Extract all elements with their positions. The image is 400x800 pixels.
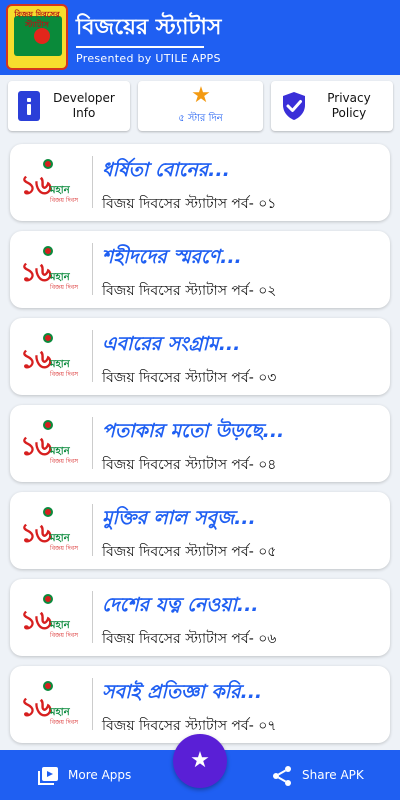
item-title: এবারের সংগ্রাম... <box>102 333 241 355</box>
victory-day-logo: ১৬ মহান বিজয় দিবস <box>20 244 84 294</box>
divider <box>92 678 93 730</box>
flag-emblem-icon <box>43 420 53 430</box>
flag-emblem-icon <box>43 333 53 343</box>
more-apps-label: More Apps <box>68 768 132 782</box>
info-icon <box>18 91 40 121</box>
app-logo: বিজয় দিবসের স্ট্যাটাস <box>6 4 68 70</box>
divider <box>92 504 93 556</box>
title-underline <box>76 46 204 48</box>
status-list: ১৬ মহান বিজয় দিবস ধর্ষিতা বোনের... বিজয… <box>0 137 400 750</box>
share-apk-label: Share APK <box>302 768 364 782</box>
logo-line2: বিজয় দিবস <box>50 458 79 465</box>
divider <box>92 591 93 643</box>
victory-day-logo: ১৬ মহান বিজয় দিবস <box>20 418 84 468</box>
developer-info-button[interactable]: Developer Info <box>8 81 130 131</box>
app-subtitle: Presented by UTILE APPS <box>76 52 221 65</box>
list-item[interactable]: ১৬ মহান বিজয় দিবস শহীদদের স্মরণে... বিজ… <box>10 231 390 308</box>
favorite-fab-button[interactable]: ★ <box>173 734 227 788</box>
developer-info-label: Developer Info <box>53 91 115 120</box>
share-icon <box>273 765 291 786</box>
list-item[interactable]: ১৬ মহান বিজয় দিবস মুক্তির লাল সবুজ... ব… <box>10 492 390 569</box>
item-title: মুক্তির লাল সবুজ... <box>102 507 256 529</box>
item-subtitle: বিজয় দিবসের স্ট্যাটাস পর্ব- ০১ <box>102 196 277 212</box>
list-item[interactable]: ১৬ মহান বিজয় দিবস ধর্ষিতা বোনের... বিজয… <box>10 144 390 221</box>
logo-number: ১৬ <box>20 171 52 201</box>
shield-check-icon <box>283 92 305 120</box>
rate-five-star-button[interactable]: ★ ৫ স্টার দিন <box>138 81 263 131</box>
list-item[interactable]: ১৬ মহান বিজয় দিবস সবাই প্রতিজ্ঞা করি...… <box>10 666 390 743</box>
item-title: পতাকার মতো উড়ছে... <box>102 420 285 442</box>
victory-day-logo: ১৬ মহান বিজয় দিবস <box>20 679 84 729</box>
list-item[interactable]: ১৬ মহান বিজয় দিবস পতাকার মতো উড়ছে... ব… <box>10 405 390 482</box>
logo-number: ১৬ <box>20 432 52 462</box>
divider <box>92 417 93 469</box>
item-subtitle: বিজয় দিবসের স্ট্যাটাস পর্ব- ০৪ <box>102 457 277 473</box>
star-icon: ★ <box>190 748 210 773</box>
logo-line2: বিজয় দিবস <box>50 197 79 204</box>
item-subtitle: বিজয় দিবসের স্ট্যাটাস পর্ব- ০৭ <box>102 718 277 734</box>
more-apps-button[interactable]: More Apps <box>36 750 131 800</box>
rate-label: ৫ স্টার দিন <box>178 113 223 124</box>
app-title: বিজয়ের স্ট্যাটাস <box>76 15 222 40</box>
logo-number: ১৬ <box>20 606 52 636</box>
star-icon: ★ <box>191 83 211 108</box>
victory-day-logo: ১৬ মহান বিজয় দিবস <box>20 157 84 207</box>
app-logo-text: বিজয় দিবসের স্ট্যাটাস <box>14 10 60 29</box>
item-subtitle: বিজয় দিবসের স্ট্যাটাস পর্ব- ০৬ <box>102 631 277 647</box>
logo-line2: বিজয় দিবস <box>50 284 79 291</box>
item-title: ধর্ষিতা বোনের... <box>102 159 230 181</box>
logo-number: ১৬ <box>20 519 52 549</box>
action-row: Developer Info ★ ৫ স্টার দিন Privacy Pol… <box>0 75 400 137</box>
sun-graphic <box>34 28 50 44</box>
divider <box>92 243 93 295</box>
logo-number: ১৬ <box>20 693 52 723</box>
flag-emblem-icon <box>43 594 53 604</box>
share-apk-button[interactable]: Share APK <box>270 750 364 800</box>
divider <box>92 156 93 208</box>
item-title: সবাই প্রতিজ্ঞা করি... <box>102 681 263 703</box>
logo-line2: বিজয় দিবস <box>50 371 79 378</box>
victory-day-logo: ১৬ মহান বিজয় দিবস <box>20 331 84 381</box>
logo-number: ১৬ <box>20 258 52 288</box>
logo-line2: বিজয় দিবস <box>50 545 79 552</box>
app-bar: বিজয় দিবসের স্ট্যাটাস বিজয়ের স্ট্যাটাস… <box>0 0 400 75</box>
flag-emblem-icon <box>43 159 53 169</box>
flag-emblem-icon <box>43 246 53 256</box>
list-item[interactable]: ১৬ মহান বিজয় দিবস এবারের সংগ্রাম... বিজ… <box>10 318 390 395</box>
item-subtitle: বিজয় দিবসের স্ট্যাটাস পর্ব- ০৩ <box>102 370 277 386</box>
item-subtitle: বিজয় দিবসের স্ট্যাটাস পর্ব- ০৫ <box>102 544 277 560</box>
logo-number: ১৬ <box>20 345 52 375</box>
flag-emblem-icon <box>43 681 53 691</box>
divider <box>92 330 93 382</box>
item-subtitle: বিজয় দিবসের স্ট্যাটাস পর্ব- ০২ <box>102 283 277 299</box>
privacy-policy-button[interactable]: Privacy Policy <box>271 81 393 131</box>
victory-day-logo: ১৬ মহান বিজয় দিবস <box>20 592 84 642</box>
logo-line2: বিজয় দিবস <box>50 632 79 639</box>
item-title: দেশের যত্ন নেওয়া... <box>102 594 259 616</box>
privacy-policy-label: Privacy Policy <box>327 91 371 120</box>
victory-day-logo: ১৬ মহান বিজয় দিবস <box>20 505 84 555</box>
video-library-icon <box>38 766 58 785</box>
list-item[interactable]: ১৬ মহান বিজয় দিবস দেশের যত্ন নেওয়া... … <box>10 579 390 656</box>
item-title: শহীদদের স্মরণে... <box>102 246 242 268</box>
flag-emblem-icon <box>43 507 53 517</box>
logo-line2: বিজয় দিবস <box>50 719 79 726</box>
